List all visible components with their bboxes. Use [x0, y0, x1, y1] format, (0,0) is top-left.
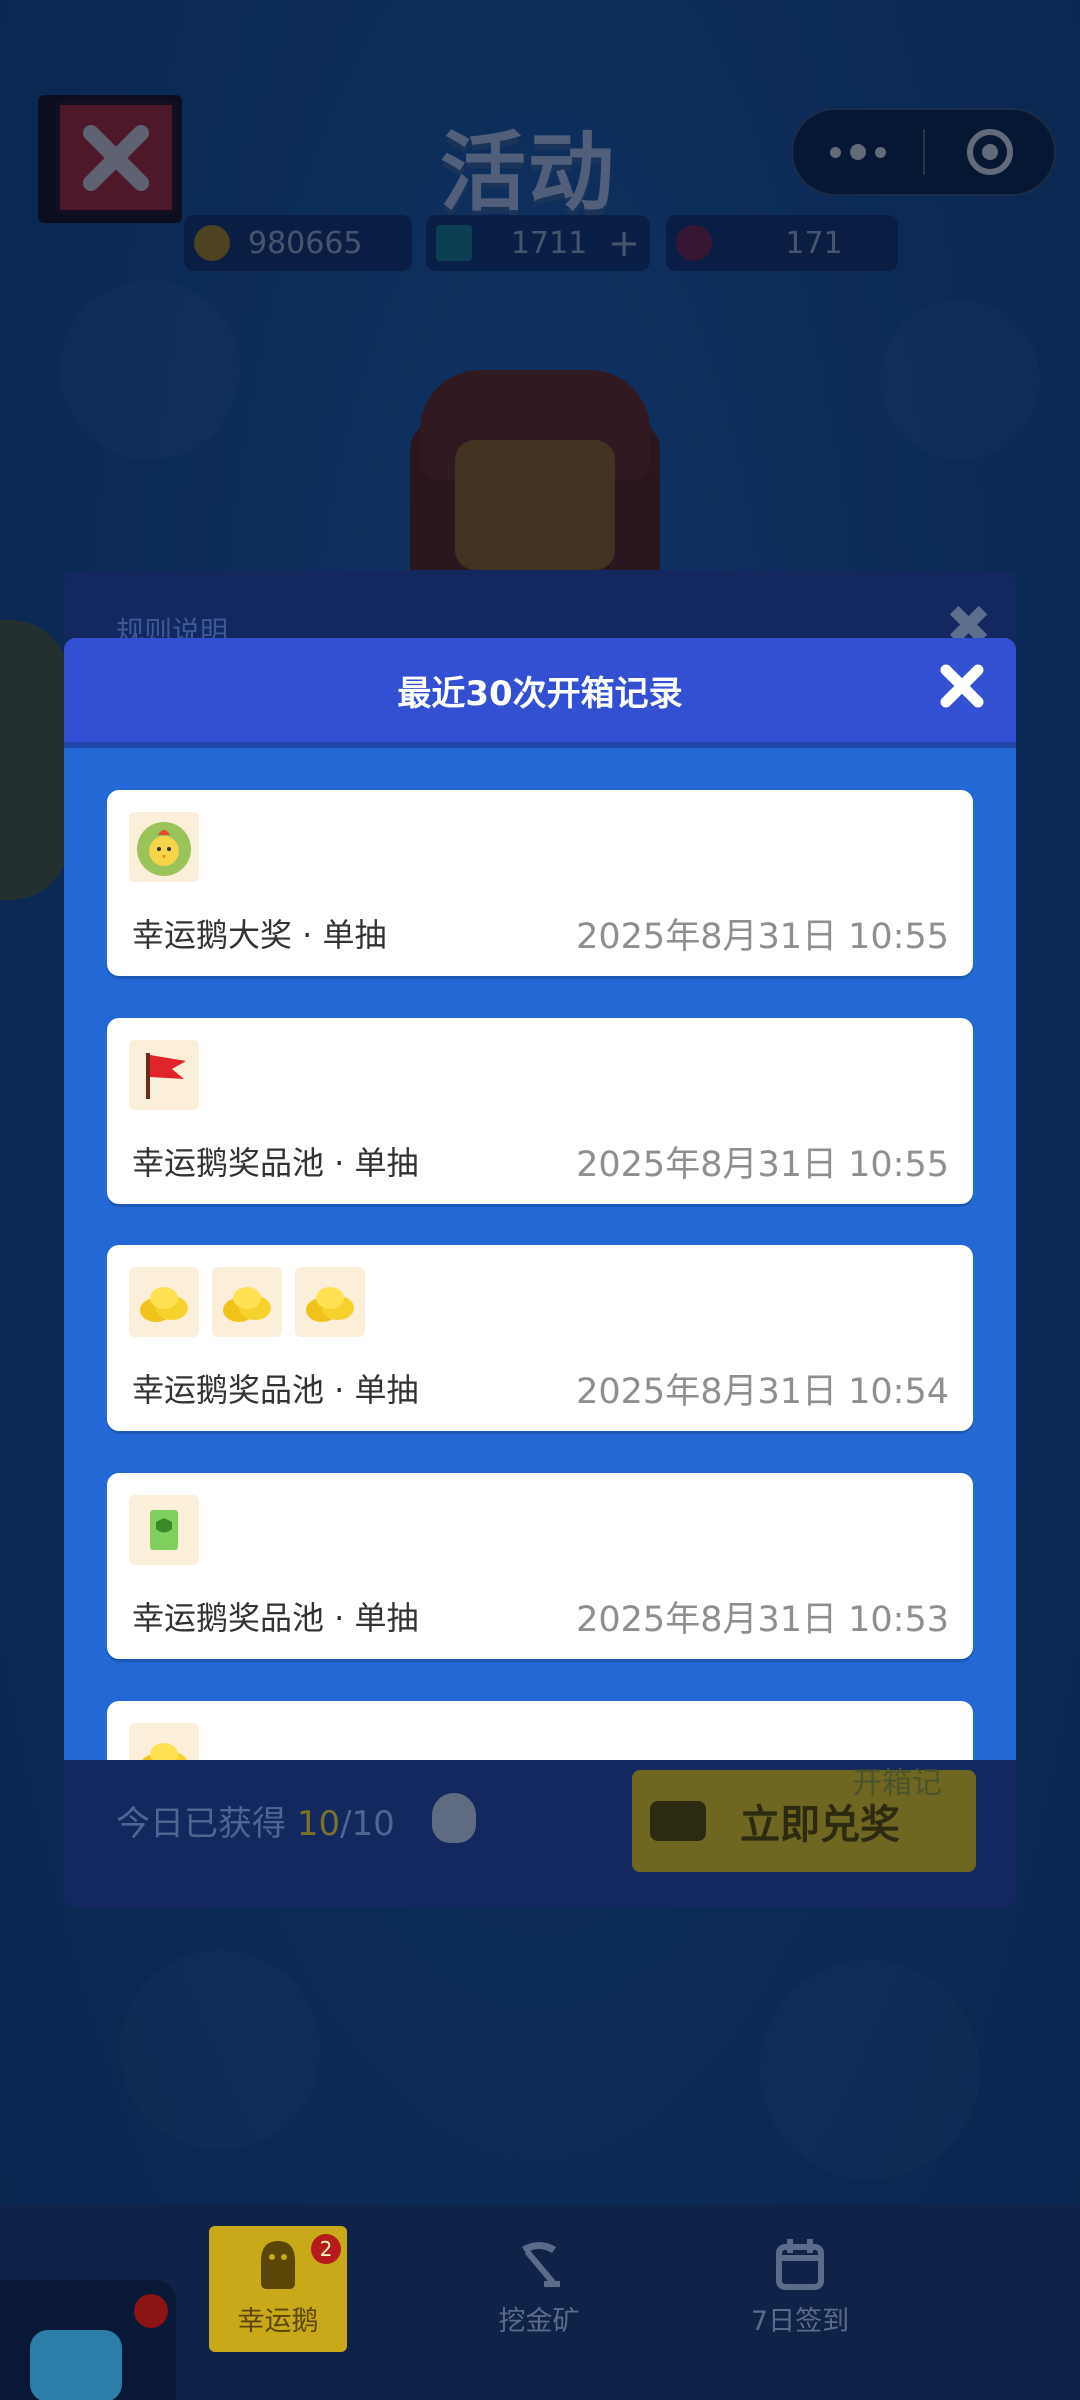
record-time: 2025年8月31日 10:53 [576, 1600, 949, 1640]
prize-icons [129, 1495, 199, 1565]
record-time: 2025年8月31日 10:55 [576, 1145, 949, 1185]
record-time: 2025年8月31日 10:54 [576, 1372, 949, 1412]
record-name: 幸运鹅大奖 · 单抽 [132, 916, 387, 954]
gold-coins-icon [212, 1267, 282, 1337]
record-name: 幸运鹅奖品池 · 单抽 [132, 1144, 419, 1182]
nav-label: 幸运鹅 [237, 2306, 319, 2337]
modal-header: 最近30次开箱记录 [64, 638, 1016, 748]
pickaxe-icon [522, 2242, 560, 2287]
red-dot-indicator [134, 2294, 168, 2328]
record-item: 幸运鹅奖品池 · 单抽 2025年8月31日 10:53 [107, 1473, 973, 1659]
nav-label: 挖金矿 [498, 2306, 580, 2337]
modal-title: 最近30次开箱记录 [397, 673, 683, 714]
record-item: 幸运鹅大奖 · 单抽 2025年8月31日 10:55 [107, 790, 973, 976]
open-record-tab[interactable]: 开箱记 [852, 1758, 942, 1802]
calendar-icon [776, 2239, 824, 2290]
camera-avatar-button[interactable] [0, 2280, 176, 2400]
nav-label: 7日签到 [750, 2306, 850, 2337]
nav-item-lucky-goose[interactable]: 幸运鹅 2 [209, 2226, 347, 2352]
red-flag-icon [129, 1040, 199, 1110]
prize-icons [129, 1267, 365, 1337]
today-total: /10 [340, 1804, 395, 1844]
nav-item-7day-checkin[interactable]: 7日签到 [731, 2226, 869, 2352]
records-list[interactable]: 幸运鹅大奖 · 单抽 2025年8月31日 10:55 幸运鹅奖品池 · 单抽 … [64, 754, 1016, 1760]
open-records-modal: 最近30次开箱记录 幸运鹅大奖 · 单抽 2025年8月31日 10:55 幸运 [64, 638, 1016, 1760]
lettuce-duck-icon [129, 812, 199, 882]
today-count: 10 [296, 1804, 341, 1844]
green-card-icon [129, 1495, 199, 1565]
prize-icons [129, 812, 199, 882]
record-item [107, 1701, 973, 1760]
gold-coins-icon [295, 1267, 365, 1337]
record-name: 幸运鹅奖品池 · 单抽 [132, 1371, 419, 1409]
close-icon [940, 664, 984, 708]
nav-item-gold-mine[interactable]: 挖金矿 [470, 2226, 608, 2352]
record-time: 2025年8月31日 10:55 [576, 917, 949, 957]
gold-coins-icon [129, 1723, 199, 1760]
video-camera-icon [650, 1801, 706, 1841]
penguin-icon [432, 1793, 476, 1843]
record-name: 幸运鹅奖品池 · 单抽 [132, 1599, 419, 1637]
camera-icon [30, 2330, 122, 2400]
today-earned-text: 今日已获得 10/10 [116, 1796, 395, 1845]
prize-icons [129, 1040, 199, 1110]
today-label: 今日已获得 [116, 1804, 297, 1844]
gold-coins-icon [129, 1267, 199, 1337]
prize-icons [129, 1723, 199, 1760]
modal-close-button[interactable] [934, 658, 990, 714]
record-item: 幸运鹅奖品池 · 单抽 2025年8月31日 10:54 [107, 1245, 973, 1431]
notification-badge: 2 [311, 2234, 341, 2264]
goose-icon [261, 2241, 295, 2289]
record-item: 幸运鹅奖品池 · 单抽 2025年8月31日 10:55 [107, 1018, 973, 1204]
